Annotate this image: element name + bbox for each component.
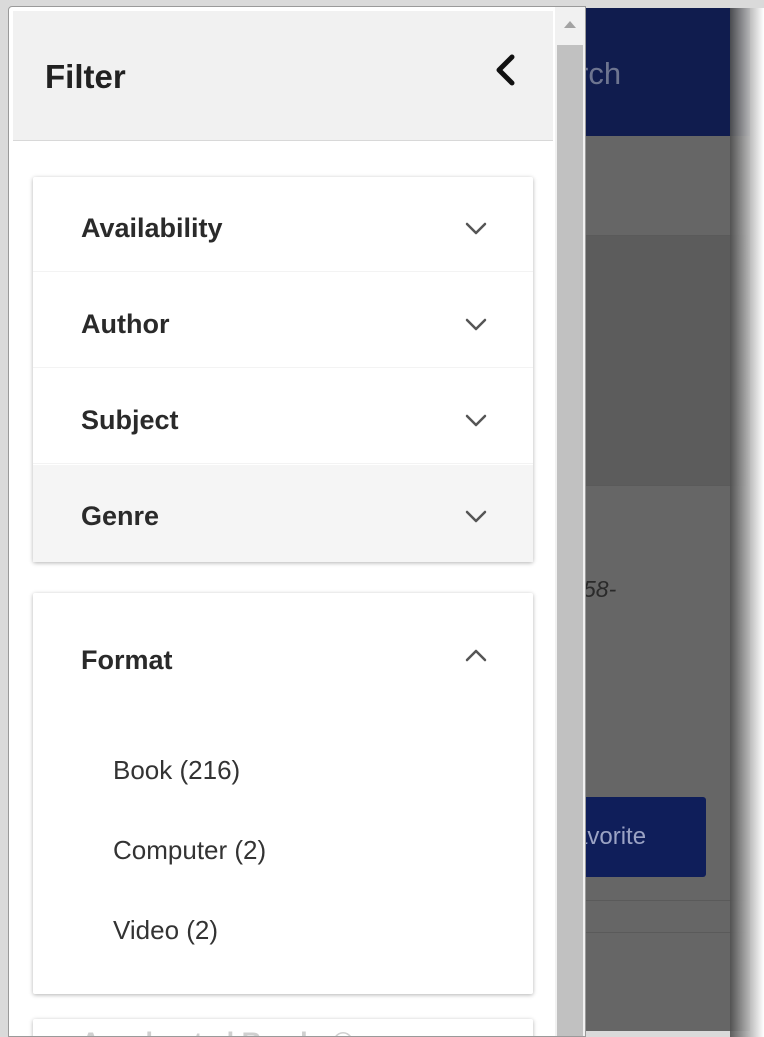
facet-genre[interactable]: Genre xyxy=(33,465,533,562)
facet-label: Availability xyxy=(81,213,223,243)
background-result-area xyxy=(560,235,750,485)
chevron-down-icon xyxy=(461,219,491,239)
background-divider xyxy=(560,932,750,933)
drawer-header: Filter xyxy=(13,11,553,141)
chevron-up-icon xyxy=(461,645,491,665)
collapse-drawer-button[interactable] xyxy=(485,49,525,93)
facet-label: Subject xyxy=(81,405,179,435)
facet-label: Format xyxy=(81,645,173,675)
scrollbar-thumb[interactable] xyxy=(557,45,583,1036)
drawer-shadow xyxy=(730,8,764,1037)
facet-label: Author xyxy=(81,309,170,339)
background-divider xyxy=(560,235,750,236)
filter-drawer: Filter Availability Author Subject Genre… xyxy=(8,6,586,1037)
facet-label: Genre xyxy=(81,501,160,531)
facet-availability[interactable]: Availability xyxy=(33,177,533,272)
facet-format[interactable]: Format xyxy=(33,593,533,688)
background-divider xyxy=(560,900,750,901)
format-option-computer[interactable]: Computer (2) xyxy=(113,835,266,866)
facet-group-card: Availability Author Subject Genre xyxy=(33,177,533,562)
format-option-video[interactable]: Video (2) xyxy=(113,915,218,946)
facet-accelerated-reader-card: Accelerated Reader® xyxy=(33,1019,533,1036)
facet-author[interactable]: Author xyxy=(33,273,533,368)
facet-format-card: Format Book (216) Computer (2) Video (2) xyxy=(33,593,533,994)
drawer-scrollbar[interactable] xyxy=(555,7,585,1036)
background-isbn-text: 58- xyxy=(583,576,617,602)
facet-label[interactable]: Accelerated Reader® xyxy=(81,1027,353,1036)
drawer-title: Filter xyxy=(45,58,126,95)
chevron-down-icon xyxy=(461,411,491,431)
format-option-book[interactable]: Book (216) xyxy=(113,755,240,786)
chevron-down-icon xyxy=(461,507,491,527)
facet-subject[interactable]: Subject xyxy=(33,369,533,464)
background-divider xyxy=(560,485,750,486)
scroll-up-arrow-icon[interactable] xyxy=(564,21,576,28)
chevron-down-icon xyxy=(461,315,491,335)
chevron-left-icon xyxy=(492,53,518,90)
